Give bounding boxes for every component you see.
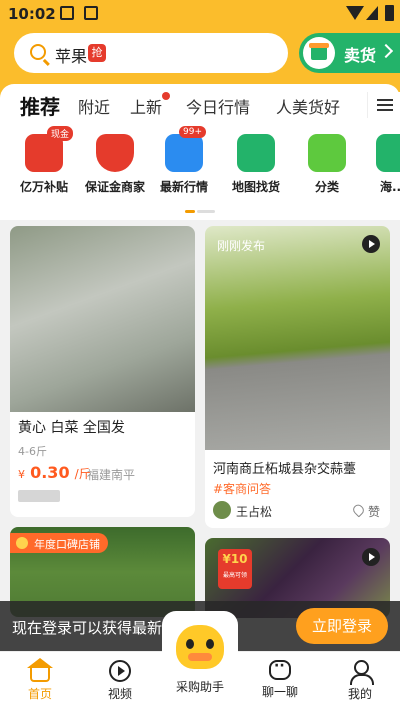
product-image: [10, 226, 195, 412]
chevron-right-icon: [378, 43, 394, 59]
avatar[interactable]: [213, 501, 231, 519]
user-icon: [348, 660, 374, 685]
price-value: 0.30: [30, 463, 70, 482]
coupon-amount: ¥10: [222, 552, 248, 566]
map-pin-icon: [237, 134, 275, 172]
gallery-icon: [60, 6, 74, 20]
category-seafood[interactable]: 海...: [352, 134, 400, 195]
search-bar[interactable]: 苹果 抢: [14, 33, 288, 73]
text-a-icon: [84, 6, 98, 20]
battery-icon: [385, 5, 394, 21]
seller-name[interactable]: 王占松: [236, 503, 272, 520]
tab-new[interactable]: 上新: [130, 92, 171, 118]
category-map[interactable]: 地图找货: [215, 134, 297, 195]
wifi-icon: [346, 6, 364, 20]
category-subsidy[interactable]: 现金 亿万补贴: [3, 126, 85, 195]
like-label[interactable]: 赞: [368, 503, 380, 520]
nav-label: 我的: [347, 687, 372, 701]
nav-label: 聊一聊: [261, 685, 298, 699]
search-icon: [30, 44, 46, 60]
reputation-store-badge: 年度口碑店铺: [10, 533, 108, 553]
heart-icon[interactable]: [351, 502, 366, 518]
count-badge: 99+: [179, 126, 206, 138]
home-icon: [27, 658, 53, 682]
store-icon: [303, 37, 335, 69]
purchase-assistant-button[interactable]: 采购助手: [160, 611, 240, 711]
flash-sale-badge: 抢: [88, 44, 106, 62]
product-title: 河南商丘柘城县杂交蒜薹: [213, 462, 357, 477]
sell-label: 卖货: [344, 46, 377, 65]
product-title: 黄心 白菜 全国发: [18, 420, 125, 436]
login-button[interactable]: 立即登录: [296, 608, 388, 644]
product-spec: 4-6斤: [18, 445, 47, 458]
search-query: 苹果: [55, 47, 88, 66]
reputation-store-label: 年度口碑店铺: [34, 538, 100, 551]
sell-button[interactable]: 卖货: [299, 33, 400, 73]
signal-icon: [366, 6, 378, 20]
tab-today-market[interactable]: 今日行情: [186, 94, 250, 118]
category-row: 现金 亿万补贴 保证金商家 99+ 最新行情 地图找货 分类 海...: [0, 126, 400, 220]
product-price: ¥ 0.30 /斤: [18, 463, 91, 482]
nav-chat[interactable]: 聊一聊: [245, 652, 315, 700]
cash-badge: 现金: [47, 126, 74, 141]
nav-home[interactable]: 首页: [5, 652, 75, 702]
product-card[interactable]: 黄心 白菜 全国发 4-6斤 ¥ 0.30 /斤 福建南平: [10, 226, 195, 517]
product-image: [205, 226, 390, 450]
coupon-badge: ¥10 最高可领: [218, 549, 252, 589]
tab-good-goods[interactable]: 人美货好: [276, 94, 340, 118]
tab-recommend[interactable]: 推荐: [20, 91, 60, 120]
coupon-note: 最高可领: [222, 572, 247, 579]
award-icon: [16, 537, 28, 549]
category-label: 海...: [380, 180, 400, 194]
video-icon: [109, 660, 131, 682]
price-currency: ¥: [18, 468, 25, 481]
nav-label: 首页: [27, 687, 52, 701]
qa-hashtag[interactable]: #客商问答: [213, 480, 271, 497]
nav-me[interactable]: 我的: [325, 652, 395, 702]
nav-video[interactable]: 视频: [85, 652, 155, 702]
menu-icon[interactable]: [367, 92, 400, 118]
category-label: 地图找货: [231, 180, 280, 194]
guarantee-shield-icon: [96, 134, 134, 172]
play-icon[interactable]: [362, 235, 380, 253]
play-icon[interactable]: [362, 548, 380, 566]
nav-label: 视频: [107, 687, 132, 701]
category-grid-icon: [308, 134, 346, 172]
assistant-label: 采购助手: [175, 680, 224, 694]
page-indicator: [185, 210, 215, 213]
product-location: 福建南平: [87, 468, 136, 482]
just-published-label: 刚刚发布: [217, 239, 266, 253]
tab-nearby[interactable]: 附近: [78, 94, 110, 118]
cow-mascot-icon: [176, 625, 224, 669]
chat-icon: [269, 658, 291, 680]
seafood-icon: [376, 134, 400, 172]
market-chart-icon: [165, 134, 203, 172]
category-market[interactable]: 99+ 最新行情: [143, 126, 225, 195]
tab-bar: 推荐 附近 上新 今日行情 人美货好: [0, 84, 400, 126]
category-label: 亿万补贴: [19, 180, 68, 194]
product-card[interactable]: 刚刚发布 河南商丘柘城县杂交蒜薹 #客商问答 王占松 赞: [205, 226, 390, 528]
status-bar: 10:02: [0, 0, 400, 28]
merchant-badge: [18, 490, 60, 502]
new-dot: [162, 92, 171, 100]
status-time: 10:02: [8, 5, 56, 23]
tab-new-label: 上新: [130, 98, 163, 117]
category-label: 最新行情: [159, 180, 208, 194]
